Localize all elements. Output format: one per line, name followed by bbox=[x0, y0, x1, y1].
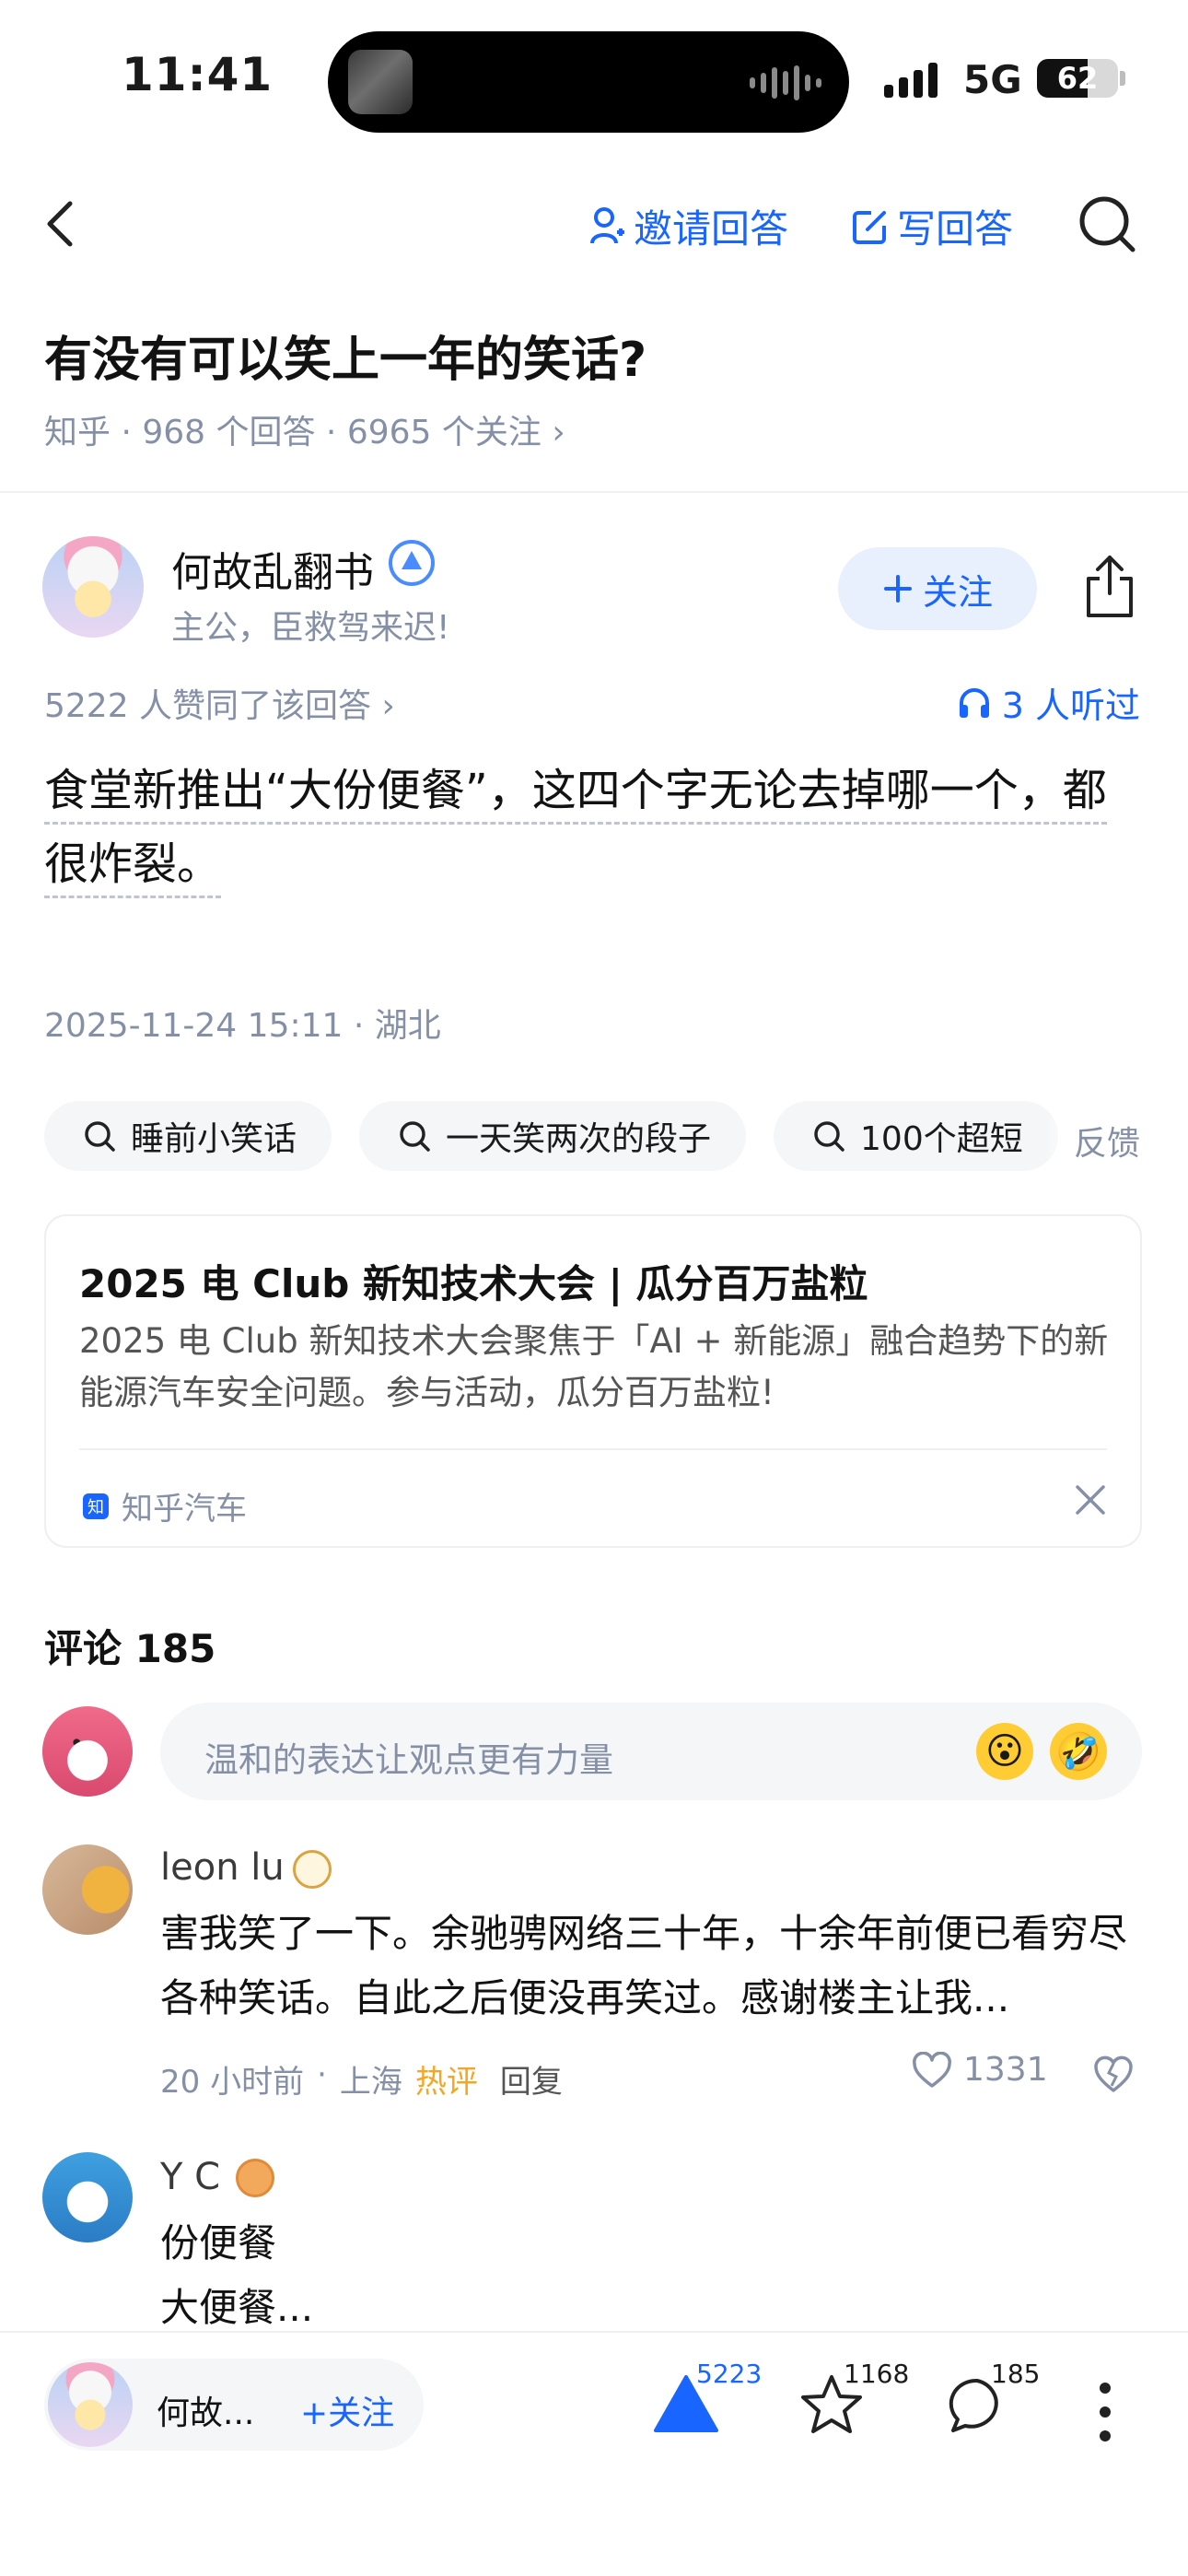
comment-like-count: 1331 bbox=[963, 2051, 1048, 2089]
comment-meta: 20 小时前 · 上海 热评 回复 bbox=[160, 2056, 563, 2102]
section-divider bbox=[0, 491, 1188, 493]
meta-separator: · bbox=[317, 2056, 327, 2093]
verified-badge-icon bbox=[389, 540, 435, 586]
commenter-avatar[interactable] bbox=[42, 2152, 133, 2242]
author-follow-pill[interactable]: 何故... +关注 bbox=[44, 2359, 424, 2451]
commenter-name[interactable]: Y C bbox=[160, 2156, 220, 2198]
network-type: 5G bbox=[963, 57, 1022, 102]
dynamic-island[interactable] bbox=[328, 31, 849, 133]
bottom-action-bar: 何故... +关注 5223 1168 185 bbox=[0, 2331, 1188, 2576]
search-chip-label: 一天笑两次的段子 bbox=[446, 1120, 712, 1158]
author-name[interactable]: 何故乱翻书 bbox=[171, 539, 374, 598]
crown-badge-icon bbox=[293, 1850, 332, 1889]
author-name-short: 何故... bbox=[157, 2395, 255, 2432]
broken-heart-icon[interactable] bbox=[1092, 2053, 1135, 2095]
edit-icon bbox=[853, 210, 886, 244]
more-options-icon[interactable] bbox=[1100, 2383, 1112, 2441]
comment-count: 185 bbox=[991, 2359, 1041, 2389]
top-nav: 邀请回答 写回答 bbox=[0, 180, 1188, 272]
plus-icon bbox=[883, 575, 912, 603]
search-chip-label: 100个超短 bbox=[860, 1120, 1023, 1158]
promo-card[interactable]: 2025 电 Club 新知技术大会 | 瓜分百万盐粒 2025 电 Club … bbox=[44, 1214, 1142, 1548]
comment-line: 份便餐 bbox=[160, 2220, 277, 2266]
search-chip[interactable]: 睡前小笑话 bbox=[44, 1101, 332, 1171]
search-icon bbox=[400, 1121, 430, 1152]
battery-level: 62 bbox=[1056, 61, 1099, 96]
comment-placeholder: 温和的表达让观点更有力量 bbox=[204, 1740, 613, 1780]
zhihu-logo-icon: 知 bbox=[83, 1493, 109, 1519]
heart-icon bbox=[913, 2051, 951, 2088]
shocked-emoji-icon[interactable]: 😮 bbox=[976, 1723, 1033, 1780]
cellular-signal-icon bbox=[884, 57, 938, 98]
promo-source-label: 知乎汽车 bbox=[122, 1491, 247, 1528]
hot-comment-tag: 热评 bbox=[414, 2064, 478, 2101]
comments-heading: 评论 185 bbox=[44, 1626, 216, 1671]
follow-button[interactable]: +关注 bbox=[300, 2386, 394, 2434]
close-icon[interactable] bbox=[1072, 1481, 1109, 1518]
follow-label: 关注 bbox=[922, 571, 993, 613]
promo-description: 2025 电 Club 新知技术大会聚焦于「AI + 新能源」融合趋势下的新能源… bbox=[79, 1321, 1109, 1412]
battery-icon: 62 bbox=[1037, 59, 1118, 98]
search-icon bbox=[85, 1121, 115, 1152]
reply-button[interactable]: 回复 bbox=[500, 2056, 563, 2102]
promo-divider bbox=[79, 1448, 1107, 1450]
answer-content[interactable]: 食堂新推出“大份便餐”，这四个字无论去掉哪一个，都很炸裂。 bbox=[44, 754, 1149, 901]
listen-count[interactable]: 3 人听过 bbox=[958, 677, 1140, 728]
search-icon bbox=[814, 1121, 844, 1152]
answer-timestamp: 2025-11-24 15:11 · 湖北 bbox=[44, 1007, 441, 1045]
comment-location: 上海 bbox=[339, 2064, 402, 2101]
comment-input[interactable]: 温和的表达让观点更有力量 😮 🤣 bbox=[160, 1703, 1142, 1800]
promo-title: 2025 电 Club 新知技术大会 | 瓜分百万盐粒 bbox=[79, 1261, 868, 1306]
commenter-name[interactable]: leon lu bbox=[160, 1846, 285, 1889]
now-playing-artwork bbox=[348, 50, 413, 114]
author-avatar[interactable] bbox=[42, 536, 144, 638]
question-title[interactable]: 有没有可以笑上一年的笑话? bbox=[44, 321, 646, 390]
status-bar: 11:41 5G 62 bbox=[0, 0, 1188, 161]
commenter-avatar[interactable] bbox=[42, 1844, 133, 1935]
search-icon[interactable] bbox=[1077, 194, 1138, 255]
level-badge-icon bbox=[236, 2159, 274, 2197]
search-chip[interactable]: 100个超短 bbox=[774, 1101, 1058, 1171]
search-chip-label: 睡前小笑话 bbox=[131, 1120, 297, 1158]
comment-time: 20 小时前 bbox=[160, 2064, 305, 2101]
upvote-count: 5223 bbox=[696, 2359, 763, 2389]
share-icon[interactable] bbox=[1081, 553, 1138, 619]
answer-text: 食堂新推出“大份便餐”，这四个字无论去掉哪一个，都很炸裂。 bbox=[44, 765, 1107, 898]
clock: 11:41 bbox=[122, 48, 274, 101]
search-chip[interactable]: 一天笑两次的段子 bbox=[359, 1101, 747, 1171]
related-search-chips: 睡前小笑话 一天笑两次的段子 100个超短 bbox=[44, 1101, 1140, 1173]
approval-count[interactable]: 5222 人赞同了该回答 › bbox=[44, 679, 395, 727]
follow-button[interactable]: 关注 bbox=[838, 547, 1037, 630]
author-bio: 主公，臣救驾来迟! bbox=[171, 609, 450, 647]
back-arrow-icon[interactable] bbox=[37, 196, 92, 252]
person-plus-icon bbox=[590, 206, 624, 244]
my-avatar bbox=[42, 1706, 133, 1797]
invite-answer-button[interactable]: 邀请回答 bbox=[589, 198, 788, 254]
question-meta[interactable]: 知乎 · 968 个回答 · 6965 个关注 › bbox=[44, 405, 565, 453]
audio-waveform-icon bbox=[750, 64, 821, 101]
comment-like-button[interactable]: 1331 bbox=[912, 2051, 1048, 2089]
author-avatar[interactable] bbox=[48, 2362, 133, 2447]
invite-answer-label: 邀请回答 bbox=[634, 206, 789, 252]
battery-tip bbox=[1120, 71, 1125, 86]
favorite-count: 1168 bbox=[844, 2359, 910, 2389]
write-answer-label: 写回答 bbox=[897, 206, 1014, 252]
feedback-button[interactable]: 反馈 bbox=[1045, 1117, 1140, 1165]
comment-text[interactable]: 害我笑了一下。余驰骋网络三十年，十余年前便已看穷尽各种笑话。自此之后便没再笑过。… bbox=[160, 1902, 1146, 2031]
laughing-emoji-icon[interactable]: 🤣 bbox=[1050, 1723, 1107, 1780]
comment-text[interactable]: 份便餐 大便餐... bbox=[160, 2211, 1146, 2340]
promo-source: 知 知乎汽车 bbox=[83, 1483, 247, 1528]
write-answer-button[interactable]: 写回答 bbox=[851, 198, 1013, 254]
listen-count-label: 3 人听过 bbox=[1001, 685, 1140, 726]
headphones-icon bbox=[959, 687, 989, 718]
